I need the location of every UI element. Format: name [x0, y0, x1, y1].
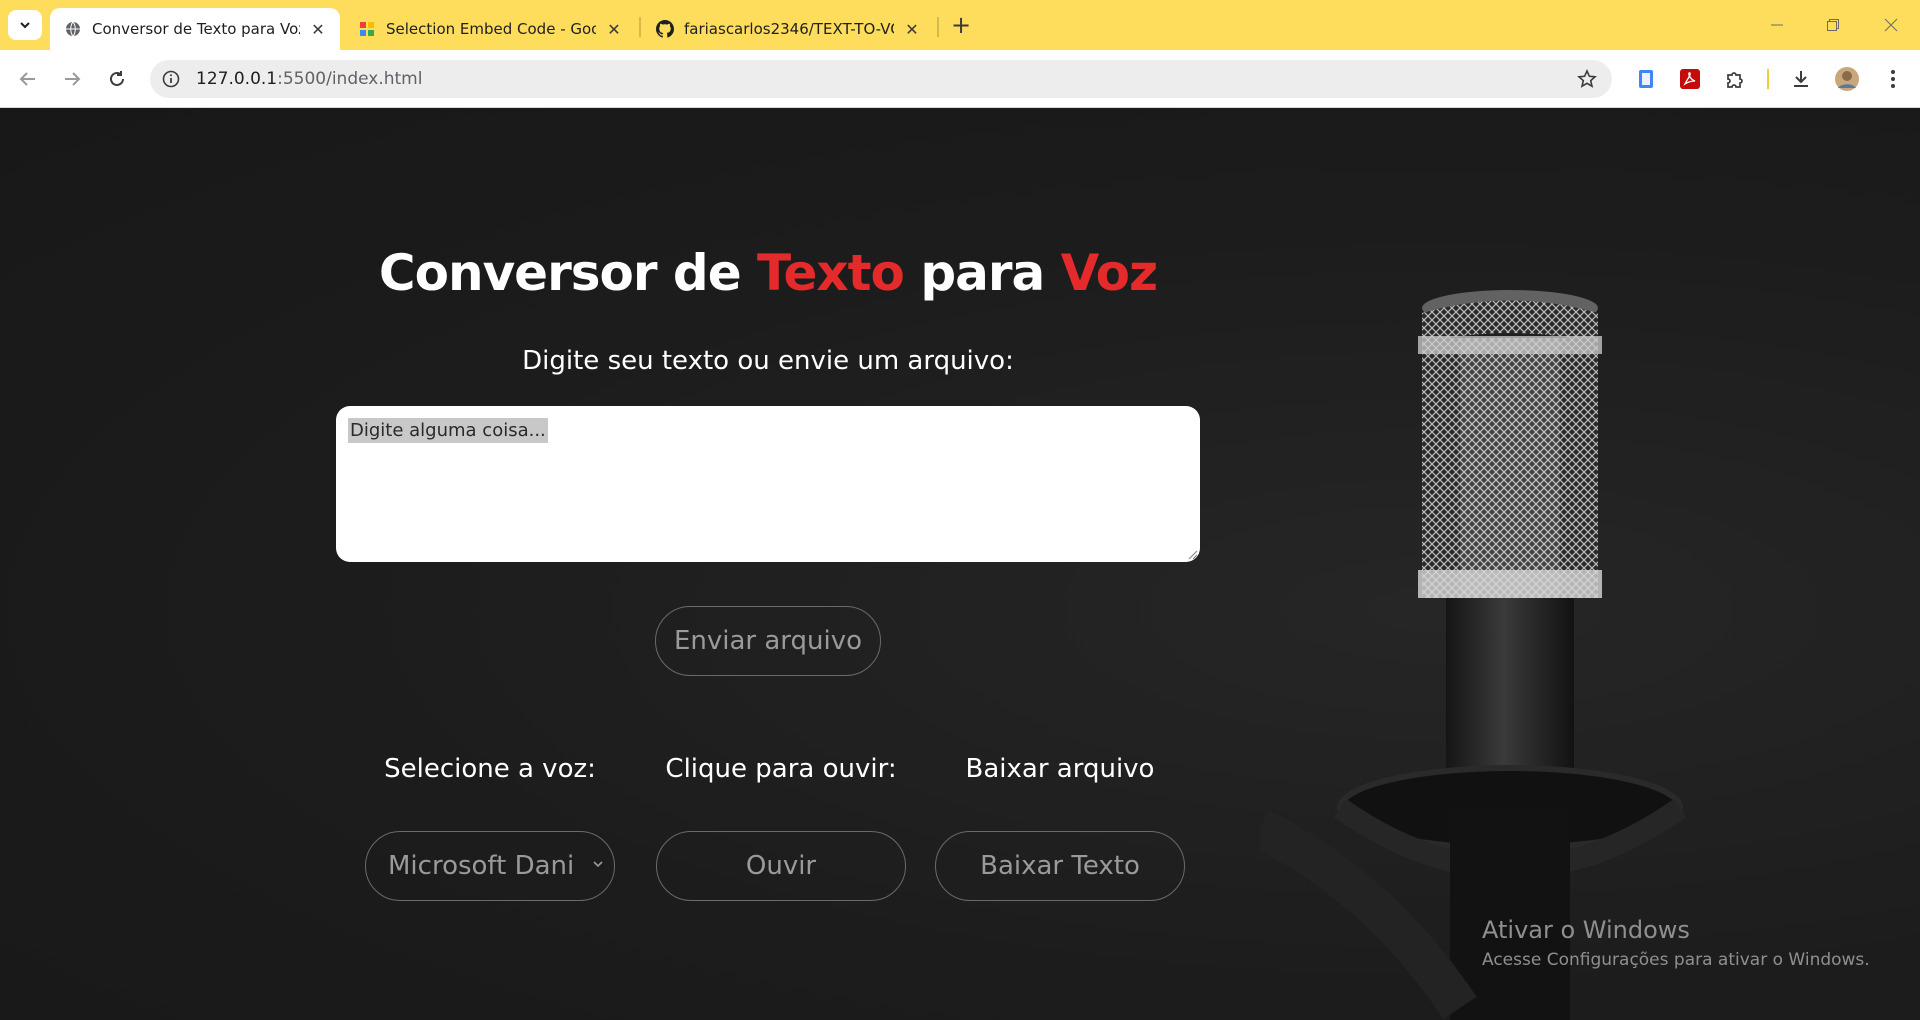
page-content: Conversor de Texto para Voz Digite seu t…: [0, 108, 1920, 1020]
voice-select-label: Selecione a voz:: [384, 754, 596, 784]
new-tab-button[interactable]: +: [948, 11, 974, 39]
listen-button[interactable]: Ouvir: [656, 831, 906, 901]
close-icon[interactable]: ✕: [900, 17, 924, 41]
chevron-down-icon: [593, 861, 603, 868]
text-input-area[interactable]: Digite alguma coisa...: [336, 406, 1200, 562]
forward-button[interactable]: [56, 63, 88, 95]
download-label: Baixar arquivo: [965, 754, 1155, 784]
listen-label: Clique para ouvir:: [665, 754, 897, 784]
reload-icon: [110, 71, 124, 86]
extensions-puzzle-icon[interactable]: [1720, 64, 1750, 94]
restore-icon[interactable]: [1818, 12, 1848, 38]
voice-select-dropdown[interactable]: Microsoft Dani: [365, 831, 615, 901]
voice-select-value: Microsoft Dani: [388, 851, 575, 881]
tab-selection-embed[interactable]: Selection Embed Code - Googl ✕: [344, 8, 636, 50]
address-bar[interactable]: 127.0.0.1:5500/index.html: [150, 60, 1612, 98]
profile-avatar[interactable]: [1832, 64, 1862, 94]
tab-separator: [639, 17, 641, 37]
bookmark-star-icon[interactable]: [1576, 68, 1598, 90]
back-button[interactable]: [12, 63, 44, 95]
url-text: 127.0.0.1:5500/index.html: [196, 69, 423, 89]
tab-conversor[interactable]: Conversor de Texto para Voz ✕: [50, 8, 340, 50]
tab-github[interactable]: fariascarlos2346/TEXT-TO-VOIC ✕: [642, 8, 934, 50]
textarea-placeholder: Digite alguma coisa...: [348, 418, 548, 443]
tab-separator: [937, 17, 939, 37]
input-prompt-label: Digite seu texto ou envie um arquivo:: [522, 346, 1014, 376]
close-window-icon[interactable]: [1876, 12, 1906, 38]
download-text-button[interactable]: Baixar Texto: [935, 831, 1185, 901]
toolbar-separator: [1767, 69, 1769, 89]
github-icon: [656, 20, 674, 38]
tab-search-button[interactable]: [8, 10, 42, 40]
browser-menu-icon[interactable]: [1878, 64, 1908, 94]
site-info-icon[interactable]: [160, 68, 182, 90]
tab-title: Conversor de Texto para Voz: [92, 20, 300, 38]
arrow-left-icon: [19, 72, 35, 86]
close-icon[interactable]: ✕: [306, 17, 330, 41]
page-title: Conversor de Texto para Voz: [378, 244, 1158, 302]
windows-activation-subtitle: Acesse Configurações para ativar o Windo…: [1482, 950, 1870, 970]
google-translate-extension-icon[interactable]: [1631, 64, 1661, 94]
close-icon[interactable]: ✕: [602, 17, 626, 41]
pdf-extension-icon[interactable]: [1675, 64, 1705, 94]
globe-icon: [64, 20, 82, 38]
browser-toolbar: 127.0.0.1:5500/index.html: [0, 50, 1920, 108]
arrow-right-icon: [65, 72, 81, 86]
windows-activation-title: Ativar o Windows: [1482, 916, 1690, 944]
chevron-down-icon: [20, 22, 30, 29]
google-sites-icon: [358, 20, 376, 38]
download-icon[interactable]: [1786, 64, 1816, 94]
tab-title: fariascarlos2346/TEXT-TO-VOIC: [684, 20, 894, 38]
reload-button[interactable]: [101, 63, 133, 95]
minimize-icon[interactable]: [1762, 12, 1792, 38]
tab-strip: Conversor de Texto para Voz ✕ Selection …: [0, 0, 1920, 50]
tab-title: Selection Embed Code - Googl: [386, 20, 596, 38]
resize-grip-icon[interactable]: [1186, 548, 1198, 560]
upload-file-button[interactable]: Enviar arquivo: [655, 606, 881, 676]
